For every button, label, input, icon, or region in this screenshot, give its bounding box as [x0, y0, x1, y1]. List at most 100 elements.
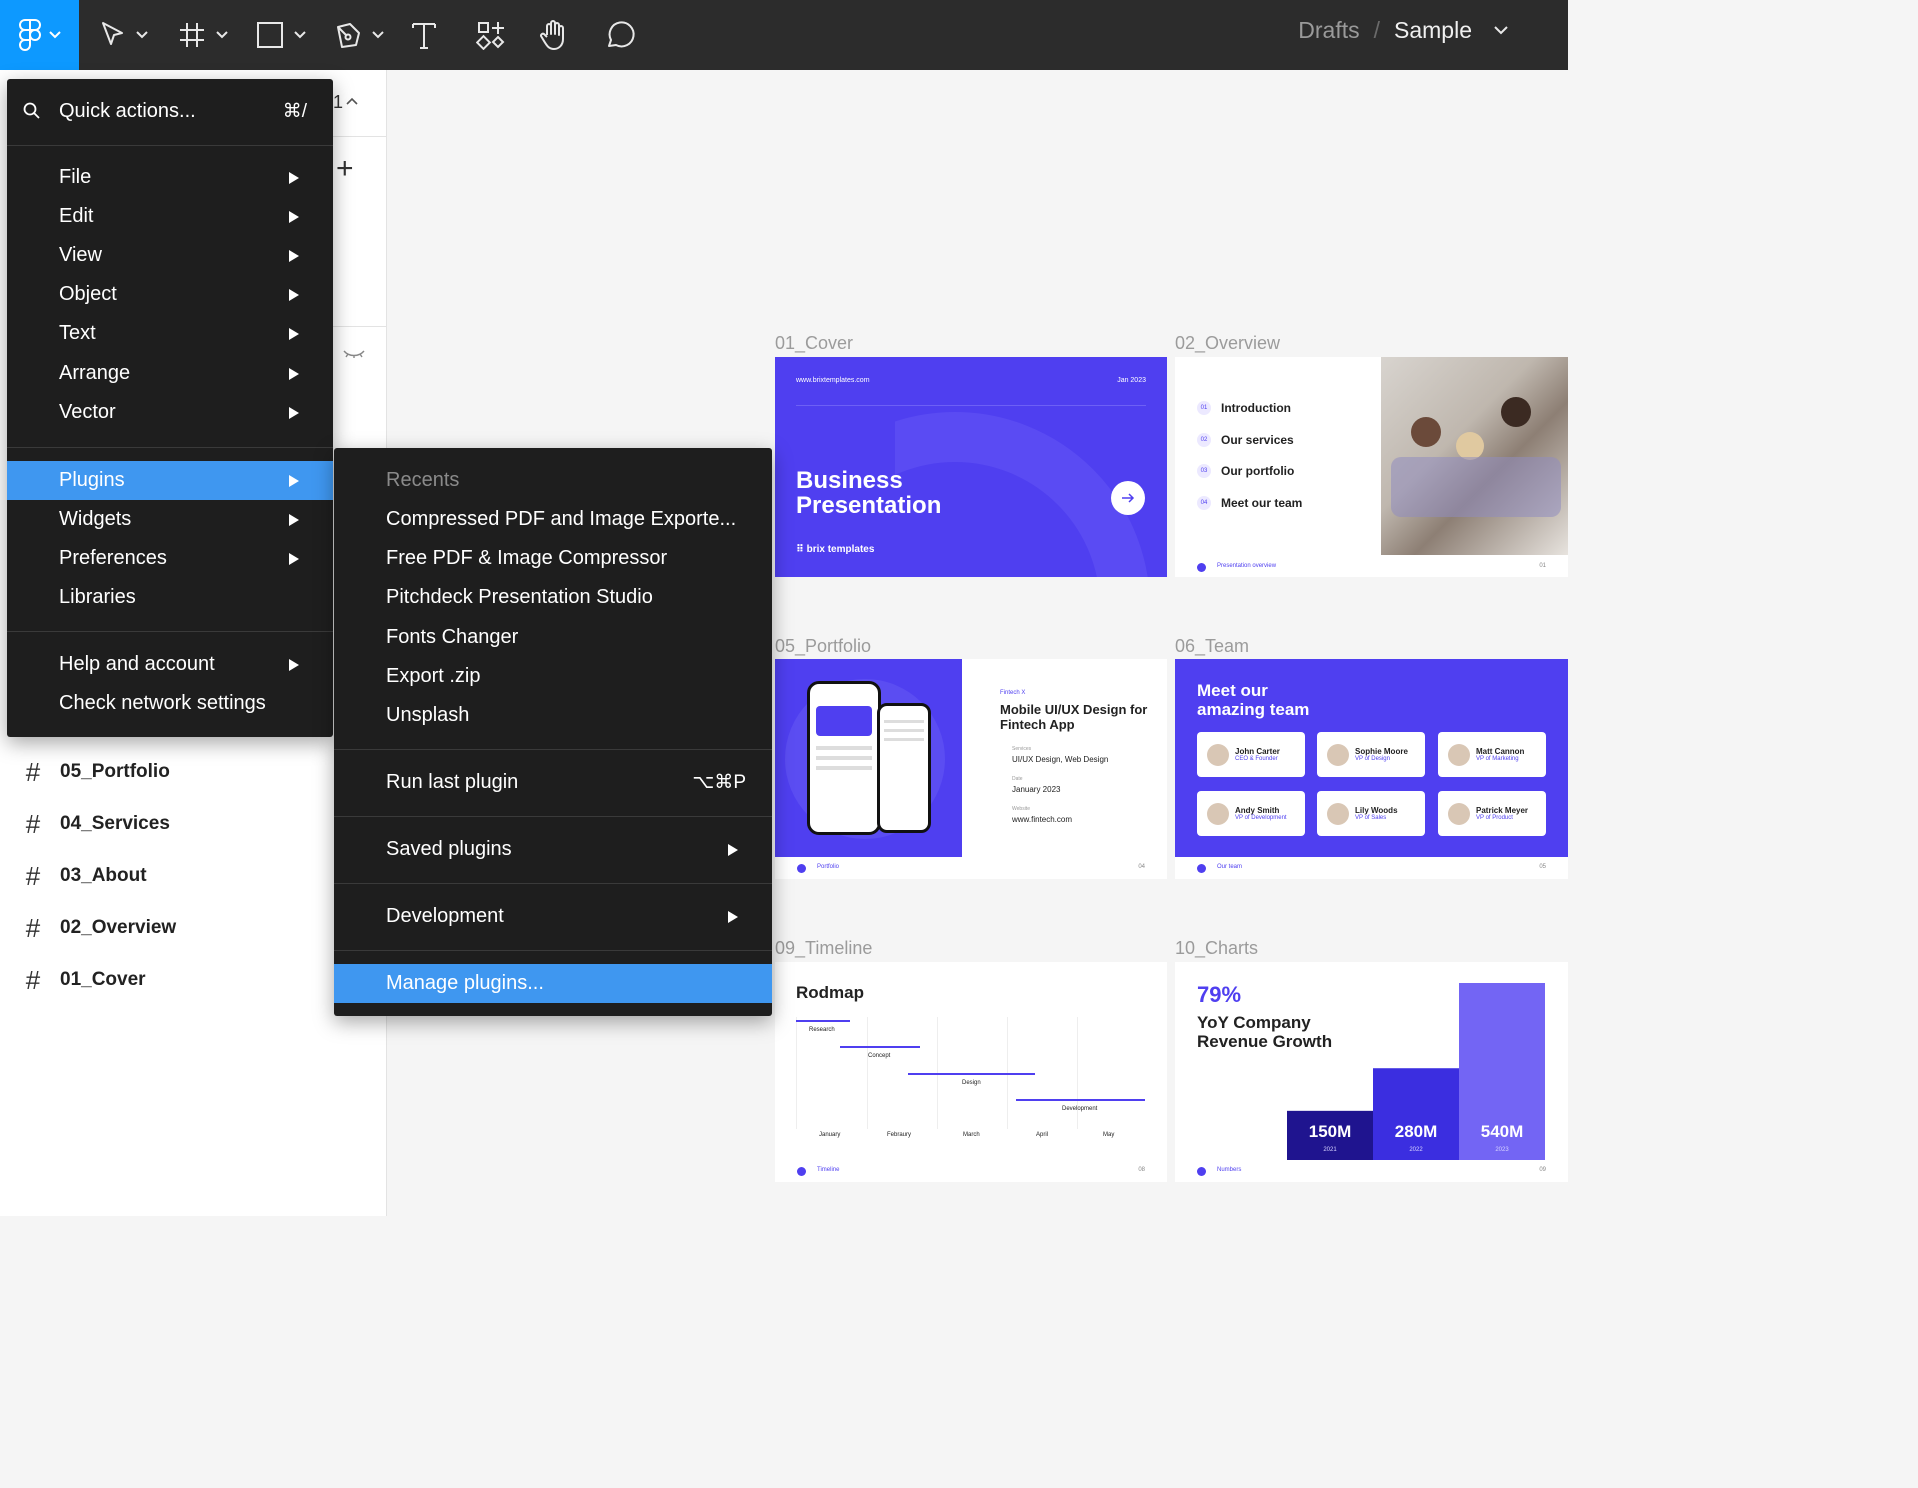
month-label: May: [1103, 1132, 1115, 1138]
recent-plugin-item[interactable]: Pitchdeck Presentation Studio: [334, 578, 772, 617]
menu-item-label: File: [59, 166, 92, 188]
chevron-up-icon[interactable]: [345, 96, 359, 106]
resources-icon: [476, 22, 505, 50]
move-tool-button[interactable]: [100, 0, 148, 70]
frame-label[interactable]: 01_Cover: [775, 333, 853, 354]
menu-item-libraries[interactable]: Libraries: [7, 578, 333, 617]
menu-item-help[interactable]: Help and account: [7, 645, 333, 684]
page-number: 01: [1539, 563, 1546, 569]
menu-item-label: Object: [59, 283, 117, 305]
manage-plugins-item[interactable]: Manage plugins...: [334, 964, 772, 1003]
menu-item-label: Plugins: [59, 469, 125, 491]
frame-label[interactable]: 05_Portfolio: [775, 636, 871, 657]
portfolio-frame[interactable]: Fintech X Mobile UI/UX Design for Fintec…: [775, 659, 1167, 879]
timeline-frame[interactable]: Rodmap Research Concept Design Developme…: [775, 962, 1167, 1182]
footer-label: Our team: [1217, 864, 1243, 870]
hand-tool-button[interactable]: [538, 0, 570, 70]
cover-date: Jan 2023: [1117, 377, 1146, 384]
overview-frame[interactable]: 01 Introduction 02 Our services 03 Our port…: [1175, 357, 1568, 577]
item-number: 02: [1197, 433, 1211, 447]
menu-item-plugins[interactable]: Plugins: [7, 461, 333, 500]
menu-item-label: View: [59, 244, 102, 266]
menu-item-widgets[interactable]: Widgets: [7, 500, 333, 539]
menu-item-text[interactable]: Text: [7, 314, 333, 353]
team-frame[interactable]: Meet our amazing team John Carter CEO & F…: [1175, 659, 1568, 879]
member-name: John Carter: [1235, 747, 1280, 756]
menu-item-edit[interactable]: Edit: [7, 197, 333, 236]
footer-label: Portfolio: [817, 864, 840, 870]
run-last-plugin-item[interactable]: Run last plugin ⌥⌘P: [334, 763, 772, 802]
submenu-arrow-icon: [289, 659, 299, 671]
layer-item[interactable]: #01_Cover: [22, 960, 146, 1000]
recent-plugin-item[interactable]: Compressed PDF and Image Exporte...: [334, 500, 772, 539]
charts-frame[interactable]: 79% YoY Company Revenue Growth 150M 2021 2…: [1175, 962, 1568, 1182]
saved-plugins-item[interactable]: Saved plugins: [334, 830, 772, 869]
recent-plugin-item[interactable]: Fonts Changer: [334, 618, 772, 657]
toolbar: Drafts / Sample: [0, 0, 1568, 70]
menu-item-arrange[interactable]: Arrange: [7, 354, 333, 393]
portfolio-image: [775, 659, 962, 857]
menu-item-object[interactable]: Object: [7, 275, 333, 314]
layer-item[interactable]: #02_Overview: [22, 908, 176, 948]
menu-item-view[interactable]: View: [7, 236, 333, 275]
layer-item[interactable]: #03_About: [22, 856, 147, 896]
plugin-label: Fonts Changer: [386, 626, 519, 648]
menu-item-network[interactable]: Check network settings: [7, 684, 333, 723]
revenue-bar-chart: 150M 2021 280M 2022 540M 2023: [1287, 983, 1545, 1160]
file-name[interactable]: Sample: [1394, 17, 1472, 44]
frame-label[interactable]: 06_Team: [1175, 636, 1249, 657]
phase-label: Concept: [868, 1053, 891, 1059]
phase-label: Design: [962, 1080, 981, 1086]
pen-tool-button[interactable]: [334, 0, 384, 70]
main-menu: Quick actions... ⌘/ File Edit View Objec…: [7, 79, 333, 737]
menu-item-vector[interactable]: Vector: [7, 393, 333, 432]
recent-plugin-item[interactable]: Free PDF & Image Compressor: [334, 539, 772, 578]
layer-name: 04_Services: [60, 813, 170, 834]
layer-item[interactable]: #04_Services: [22, 804, 170, 844]
chevron-down-icon[interactable]: [1494, 25, 1508, 35]
frame-label[interactable]: 02_Overview: [1175, 333, 1280, 354]
shape-tool-button[interactable]: [256, 0, 306, 70]
menu-item-label: Arrange: [59, 362, 131, 384]
add-page-button[interactable]: +: [336, 152, 354, 186]
member-role: VP of Design: [1355, 756, 1390, 762]
text-tool-button[interactable]: [410, 0, 438, 70]
menu-item-label: Help and account: [59, 653, 215, 675]
main-menu-button[interactable]: [0, 0, 79, 70]
resources-tool-button[interactable]: [476, 0, 506, 70]
avatar: [1448, 743, 1470, 766]
avatar: [1327, 802, 1349, 825]
phase-bar: [908, 1073, 1035, 1075]
cover-frame[interactable]: www.brixtemplates.com Jan 2023 Business …: [775, 357, 1167, 577]
frame-label[interactable]: 10_Charts: [1175, 938, 1258, 959]
plugin-label: Free PDF & Image Compressor: [386, 547, 668, 569]
hidden-eye-icon[interactable]: [342, 348, 366, 360]
chevron-down-icon: [136, 31, 148, 39]
submenu-arrow-icon: [728, 844, 738, 856]
team-title-line2: amazing team: [1197, 700, 1310, 719]
menu-item-label: Check network settings: [59, 692, 266, 714]
recent-plugin-item[interactable]: Export .zip: [334, 657, 772, 696]
plugin-label: Export .zip: [386, 665, 481, 687]
recent-plugin-item[interactable]: Unsplash: [334, 696, 772, 735]
menu-item-preferences[interactable]: Preferences: [7, 539, 333, 578]
comment-tool-button[interactable]: [604, 0, 636, 70]
member-role: VP of Marketing: [1476, 756, 1519, 762]
menu-item-label: Edit: [59, 205, 94, 227]
team-member-card: Matt Cannon VP of Marketing: [1438, 732, 1546, 777]
layer-item[interactable]: #05_Portfolio: [22, 752, 170, 792]
phase-label: Research: [809, 1027, 835, 1033]
menu-item-label: Preferences: [59, 547, 167, 569]
breadcrumb-drafts[interactable]: Drafts: [1298, 17, 1359, 44]
footer-label: Timeline: [817, 1167, 840, 1173]
services-label: Services: [1012, 746, 1032, 752]
frame-tool-button[interactable]: [178, 0, 228, 70]
panel-divider: [333, 326, 387, 327]
quick-actions-item[interactable]: Quick actions... ⌘/: [7, 91, 333, 131]
frame-label[interactable]: 09_Timeline: [775, 938, 872, 959]
frame-icon: [180, 23, 204, 47]
development-item[interactable]: Development: [334, 897, 772, 936]
menu-item-label: Widgets: [59, 508, 132, 530]
menu-item-file[interactable]: File: [7, 158, 333, 197]
menu-divider: [7, 145, 333, 146]
